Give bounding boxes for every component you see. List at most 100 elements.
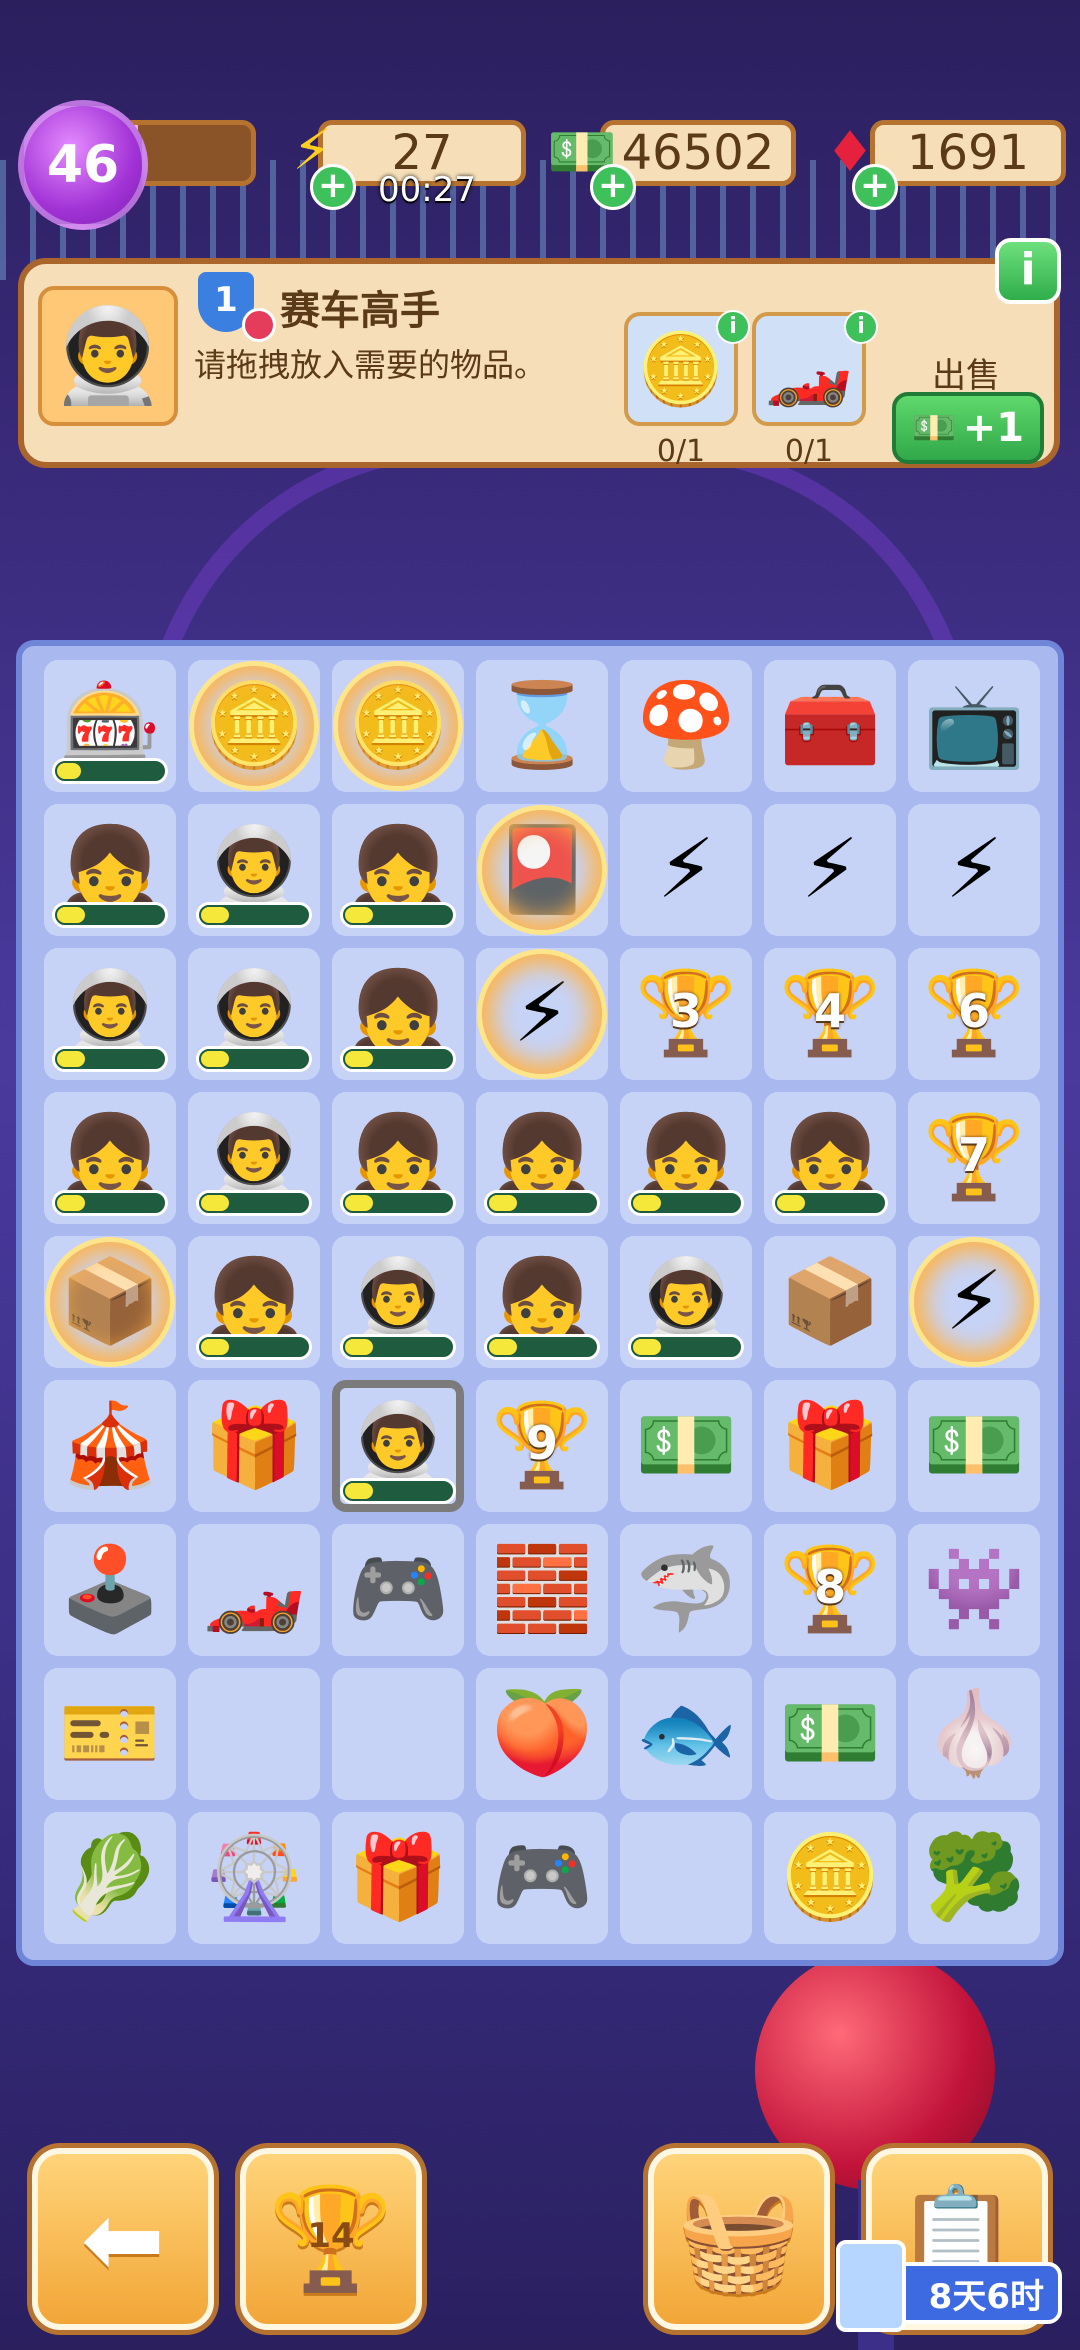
requirement-race-car[interactable]: 🏎️ i [752,310,878,426]
board-item-blue-fish[interactable]: 🐟 [620,1668,752,1800]
board-item-racer[interactable]: 👨‍🚀 [188,804,320,936]
board-item-game-console-ghost[interactable]: 🎮 [476,1812,608,1944]
cash-bundle-icon: 💵 [634,1398,738,1493]
requirement-coins[interactable]: 🪙 i [624,310,750,426]
generator-progress-bar [340,1190,456,1216]
board-item-coin-stack-glow[interactable]: 🪙 [332,660,464,792]
board-item-race-arcade[interactable]: 🏎️ [188,1524,320,1656]
board-item-music-ticket[interactable]: 🎫 [44,1668,176,1800]
sell-button[interactable]: 💵 +1 [892,392,1044,464]
board-item-gamer-girl[interactable]: 👧 [332,804,464,936]
claw-machine-yellow-icon: 🎁 [778,1398,882,1493]
board-item-gamer-girl[interactable]: 👧 [188,1236,320,1368]
board-item-energy-token-glow[interactable]: ⚡ [908,1236,1040,1368]
sell-label: 出售 [932,356,1000,396]
board-item-gamer-girl[interactable]: 👧 [44,1092,176,1224]
energy-add-button[interactable]: + [310,164,356,210]
board-item-gamer-girl[interactable]: 👧 [44,804,176,936]
item-level-label: 9 [525,1416,558,1470]
requirement-info-icon[interactable]: i [844,310,878,344]
energy-token-glow-icon: ⚡ [513,966,571,1061]
board-item-mushroom[interactable]: 🍄 [620,660,752,792]
level-badge[interactable]: 46 [18,100,148,230]
back-button[interactable]: ⬅ [32,2148,214,2330]
empty-board-cell[interactable] [188,1668,320,1800]
empty-board-cell[interactable] [620,1812,752,1944]
generator-progress-bar [628,1334,744,1360]
trophy-button[interactable]: 🏆 14 [240,2148,422,2330]
board-item-cardboard-boxes[interactable]: 📦 [764,1236,896,1368]
board-item-purple-monster[interactable]: 👾 [908,1524,1040,1656]
board-item-handheld-console[interactable]: 🎮 [332,1524,464,1656]
coins-icon: 🪙 [778,1830,882,1925]
board-item-racer-selected[interactable]: 👨‍🚀 [332,1380,464,1512]
board-item-gamer-girl[interactable]: 👧 [620,1092,752,1224]
gem-counter[interactable]: 1691 [870,120,1066,186]
board-item-racer[interactable]: 👨‍🚀 [44,948,176,1080]
board-item-peach[interactable]: 🍑 [476,1668,608,1800]
generator-progress-bar [484,1334,600,1360]
retro-tv-icon: 📺 [922,678,1026,773]
item-level-label: 4 [813,984,846,1038]
racer-icon: 👨‍🚀 [50,302,166,409]
board-item-racer[interactable]: 👨‍🚀 [188,948,320,1080]
board-item-cash-bundle[interactable]: 💵 [620,1380,752,1512]
board-item-garlic[interactable]: 🧄 [908,1668,1040,1800]
board-item-cash-pile[interactable]: 💵 [908,1380,1040,1512]
purple-monster-icon: 👾 [922,1542,1026,1637]
board-item-trophy-silver[interactable]: 🏆 7 [908,1092,1040,1224]
board-item-racer[interactable]: 👨‍🚀 [332,1236,464,1368]
basket-button[interactable]: 🧺 [648,2148,830,2330]
board-item-arcade-cabinet[interactable]: 🎰 [44,660,176,792]
board-item-claw-machine-yellow[interactable]: 🎁 [764,1380,896,1512]
board-item-cash-tower[interactable]: 💵 [764,1668,896,1800]
generator-progress-fill [633,1339,661,1355]
board-item-coin-stack-glow[interactable]: 🪙 [188,660,320,792]
board-item-retro-tv[interactable]: 📺 [908,660,1040,792]
board-item-trophy-bronze[interactable]: 🏆 9 [476,1380,608,1512]
board-item-gamer-girl[interactable]: 👧 [332,948,464,1080]
board-item-arcade-machine[interactable]: 🕹️ [44,1524,176,1656]
board-item-trophy-silver[interactable]: 🏆 6 [908,948,1040,1080]
gem-add-button[interactable]: + [852,164,898,210]
empty-board-cell[interactable] [332,1668,464,1800]
board-item-claw-machine-yellow[interactable]: 🎁 [188,1380,320,1512]
board-item-racer[interactable]: 👨‍🚀 [620,1236,752,1368]
board-item-prize-wheel[interactable]: 🎡 [188,1812,320,1944]
board-item-gamer-girl[interactable]: 👧 [764,1092,896,1224]
merge-board: 🎰 🪙 🪙 ⌛ 🍄 🧰 📺 👧 👨‍🚀 👧 🎴 ⚡ ⚡ ⚡ 👨‍🚀 👨‍🚀 👧 ⚡ 🏆 3 🏆 4 🏆 6 👧 👨‍🚀 👧 👧 👧 👧 🏆 7… [16,640,1064,1966]
cash-add-button[interactable]: + [590,164,636,210]
board-item-energy-orb-blue[interactable]: ⚡ [620,804,752,936]
generator-progress-fill [633,1195,661,1211]
board-item-celery[interactable]: 🥬 [44,1812,176,1944]
board-item-energy-token-glow[interactable]: ⚡ [476,948,608,1080]
board-item-red-toolbox[interactable]: 🧰 [764,660,896,792]
gamer-girl-icon: 👧 [490,1110,594,1205]
quest-character-avatar[interactable]: 👨‍🚀 [38,286,178,426]
coins-icon: 🪙 [637,327,725,410]
quest-info-button[interactable]: i [995,238,1061,304]
board-item-broccoli[interactable]: 🥦 [908,1812,1040,1944]
board-item-gamer-girl[interactable]: 👧 [476,1236,608,1368]
board-item-trophy-silver[interactable]: 🏆 4 [764,948,896,1080]
board-item-trophy-gold[interactable]: 🏆 3 [620,948,752,1080]
gamer-girl-icon: 👧 [634,1110,738,1205]
board-item-hourglass-token[interactable]: ⌛ [476,660,608,792]
generator-progress-fill [201,907,229,923]
board-item-claw-machine-pink[interactable]: 🎪 [44,1380,176,1512]
board-item-racer[interactable]: 👨‍🚀 [188,1092,320,1224]
board-item-game-card-glow[interactable]: 🎴 [476,804,608,936]
board-item-energy-orb-red[interactable]: ⚡ [908,804,1040,936]
board-item-trophy-bronze[interactable]: 🏆 8 [764,1524,896,1656]
board-item-shark[interactable]: 🦈 [620,1524,752,1656]
board-item-coins[interactable]: 🪙 [764,1812,896,1944]
energy-orb-blue-icon: ⚡ [657,822,715,917]
requirement-info-icon[interactable]: i [716,310,750,344]
board-item-red-tray[interactable]: 🧱 [476,1524,608,1656]
board-item-box-glow[interactable]: 📦 [44,1236,176,1368]
board-item-gamer-girl[interactable]: 👧 [332,1092,464,1224]
top-hud: 46 ⚡ + 27 00:27 💵 + 46502 ♦ + 1691 [0,100,1080,230]
board-item-mystery-box[interactable]: 🎁 [332,1812,464,1944]
board-item-gamer-girl[interactable]: 👧 [476,1092,608,1224]
board-item-energy-orb-orange[interactable]: ⚡ [764,804,896,936]
